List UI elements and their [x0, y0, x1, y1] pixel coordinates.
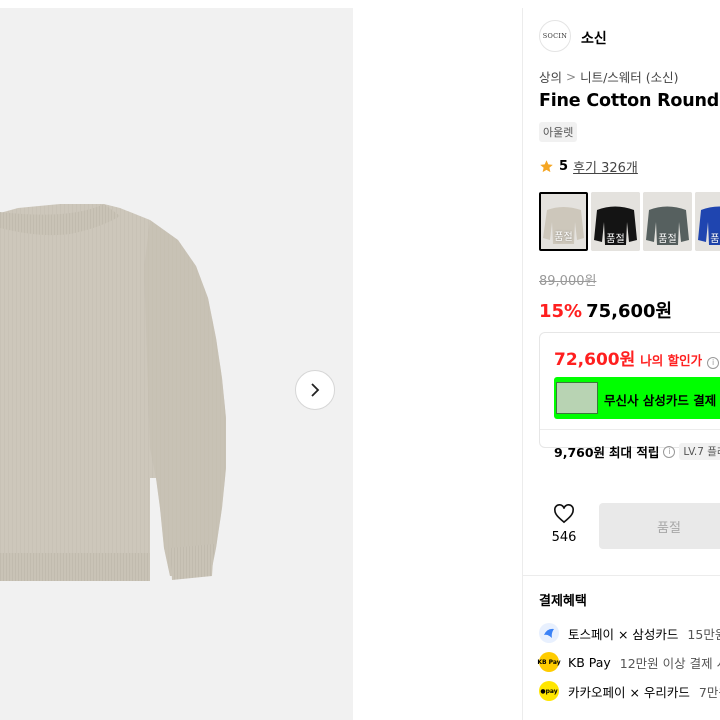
- chevron-right-icon: [311, 383, 320, 397]
- payment-benefit-name: KB Pay: [568, 654, 611, 670]
- card-promo-text: 무신사 삼성카드 결제 시: [604, 393, 720, 408]
- payment-benefit-name: 토스페이 × 삼성카드: [568, 626, 679, 642]
- payment-benefit-row[interactable]: ●pay 카카오페이 × 우리카드 7만원 이상 결제 시: [539, 681, 720, 701]
- breadcrumb-separator: >: [566, 69, 577, 84]
- soldout-label: 품절: [658, 234, 677, 245]
- star-icon: [540, 160, 553, 173]
- color-swatch-black[interactable]: 품절: [591, 192, 640, 251]
- rating-summary: 5 후기 326개: [539, 157, 638, 176]
- soldout-buy-button[interactable]: 품절: [599, 503, 720, 549]
- next-image-button[interactable]: [295, 370, 335, 410]
- kakaopay-icon: ●pay: [539, 681, 559, 701]
- my-price-label: 나의 할인가: [640, 353, 703, 368]
- payment-benefit-desc: 7만원 이상 결제 시: [698, 684, 720, 700]
- card-image-icon: [556, 382, 598, 414]
- like-button[interactable]: 546: [547, 504, 581, 545]
- level-badge: LV.7 플래티넘: [679, 443, 720, 460]
- points-row: 9,760원 최대 적립 i LV.7 플래티넘: [554, 442, 720, 461]
- rating-score: 5: [559, 159, 569, 174]
- product-image-gallery: [0, 8, 353, 720]
- my-discount-price: 72,600원 나의 할인가 i: [554, 345, 720, 370]
- color-swatches: 품절 품절 품절 품절: [539, 192, 720, 251]
- product-image: [0, 204, 226, 581]
- kbpay-icon: KB Pay: [537, 652, 561, 672]
- product-info-panel: SOCIN 소신 상의 > 니트/스웨터 (소신) Fine Cotton Ro…: [522, 8, 720, 720]
- sale-price: 75,600원: [586, 301, 673, 322]
- payment-benefit-row[interactable]: 토스페이 × 삼성카드 15만원 이상 결제 시: [539, 623, 720, 643]
- card-promo-banner[interactable]: 무신사 삼성카드 결제 시: [554, 377, 720, 419]
- soldout-label: 품절: [554, 232, 573, 243]
- breadcrumb-item[interactable]: 상의: [539, 67, 562, 86]
- like-count: 546: [551, 530, 577, 545]
- discount-percent: 15%: [539, 301, 583, 322]
- payment-benefit-name: 카카오페이 × 우리카드: [568, 684, 690, 700]
- divider: [540, 429, 720, 430]
- payment-benefit-desc: 12만원 이상 결제 시: [619, 655, 720, 671]
- outlet-tag: 아울렛: [539, 122, 578, 142]
- benefit-box: 72,600원 나의 할인가 i 무신사 삼성카드 결제 시 9,760원 최대…: [539, 332, 720, 460]
- toss-icon: [539, 623, 559, 643]
- payment-benefit-row[interactable]: KB Pay KB Pay 12만원 이상 결제 시: [537, 652, 720, 672]
- sale-price-row: 15% 75,600원: [539, 297, 672, 323]
- breadcrumb: 상의 > 니트/스웨터 (소신): [539, 67, 679, 86]
- soldout-label: 품절: [606, 234, 625, 245]
- reviews-link[interactable]: 후기 326개: [573, 157, 638, 176]
- section-divider: [523, 575, 720, 576]
- color-swatch-blue[interactable]: 품절: [695, 192, 720, 251]
- product-title: Fine Cotton Round Rib Knit: [539, 91, 720, 111]
- my-price-amount: 72,600원: [554, 350, 636, 370]
- breadcrumb-item[interactable]: 니트/스웨터 (소신): [580, 67, 678, 86]
- payment-benefits-heading: 결제혜택: [539, 594, 587, 609]
- brand-logo[interactable]: SOCIN: [539, 20, 571, 52]
- original-price: 89,000원: [539, 274, 597, 289]
- info-icon[interactable]: i: [663, 445, 676, 458]
- color-swatch-beige[interactable]: 품절: [539, 192, 588, 251]
- payment-benefit-desc: 15만원 이상 결제 시: [687, 626, 720, 642]
- info-icon[interactable]: i: [707, 357, 720, 369]
- heart-icon: [554, 504, 574, 524]
- points-label: 최대 적립: [609, 445, 660, 460]
- brand-name-link[interactable]: 소신: [581, 28, 607, 48]
- color-swatch-charcoal[interactable]: 품절: [643, 192, 692, 251]
- points-amount: 9,760원: [554, 445, 606, 460]
- soldout-label: 품절: [710, 234, 720, 245]
